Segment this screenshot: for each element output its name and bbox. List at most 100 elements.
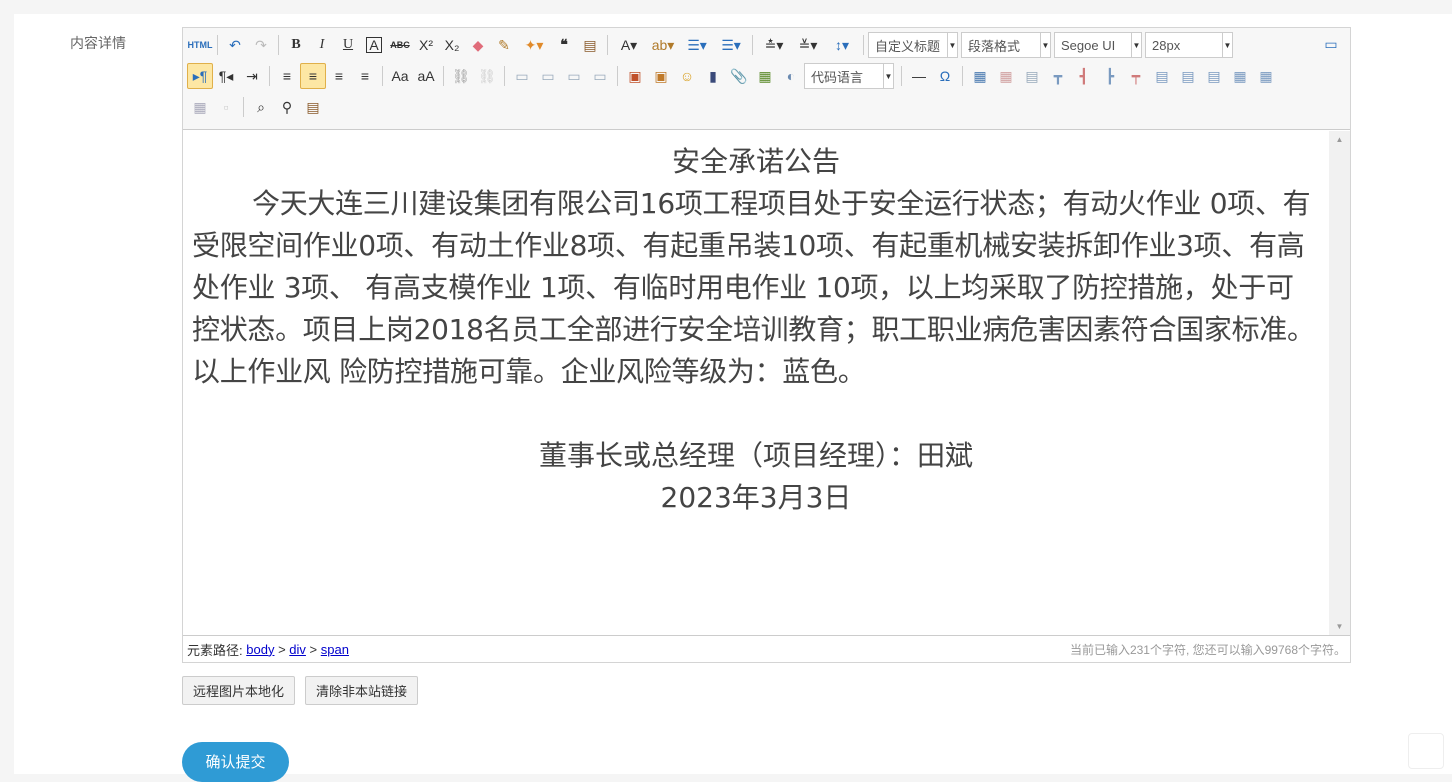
superscript-button[interactable]: X² [413,32,439,58]
delete-col-icon[interactable]: ┯ [1123,63,1149,89]
date-line: 2023年3月3日 [660,481,852,514]
chevron-down-icon[interactable]: ▼ [947,33,957,57]
row-spacing-bottom-button[interactable]: ≚▾ [791,32,825,58]
insert-row-icon[interactable]: ┳ [1045,63,1071,89]
toolbar-separator [278,35,279,55]
editor-scrollbar[interactable]: ▲ ▼ [1329,131,1350,635]
image-left-button[interactable]: ▭ [535,63,561,89]
fullscreen-icon[interactable]: ▭ [1318,31,1344,57]
auto-format-icon[interactable]: ✦▾ [517,32,551,58]
font-color-button[interactable]: A▾ [612,32,646,58]
preview-search-icon[interactable]: ⌕ [248,94,274,120]
insert-col-icon[interactable]: ┣ [1097,63,1123,89]
delete-table-icon[interactable]: ▦ [993,63,1019,89]
remote-images-button[interactable]: 远程图片本地化 [182,676,296,705]
image-none-button[interactable]: ▭ [509,63,535,89]
align-left-button[interactable]: ≡ [274,63,300,89]
custom-heading-select[interactable]: 自定义标题 ▼ [868,32,958,58]
multi-image-icon[interactable]: ▣ [648,63,674,89]
code-language-select[interactable]: 代码语言 ▼ [804,63,894,89]
background-icon[interactable]: ◐ [778,63,804,89]
path-link-div[interactable]: div [289,642,306,657]
toolbar-separator [901,66,902,86]
editor-content-area[interactable]: 安全承诺公告 今天大连三川建设集团有限公司16项工程项目处于安全运行状态；有动火… [183,131,1329,635]
paragraph-format-select[interactable]: 段落格式 ▼ [961,32,1051,58]
scroll-up-icon[interactable]: ▲ [1329,131,1350,148]
paste-plain-icon[interactable]: ▤ [577,32,603,58]
rtl-direction-button[interactable]: ¶◂ [213,63,239,89]
back-to-top-button[interactable] [1408,733,1444,769]
align-justify-button[interactable]: ≡ [352,63,378,89]
chevron-down-icon[interactable]: ▼ [1040,33,1050,57]
split-cols-icon[interactable]: ▦ [187,94,213,120]
chevron-down-icon[interactable]: ▼ [1222,33,1232,57]
highlight-color-button[interactable]: ab▾ [646,32,680,58]
toolbar-separator [617,66,618,86]
bold-button[interactable]: B [283,32,309,58]
clear-links-button[interactable]: 清除非本站链接 [305,676,419,705]
merge-right-icon[interactable]: ▤ [1175,63,1201,89]
toolbar-row-1: HTML ↶ ↷ B I U A ABC X² X₂ ◆ ✎ ✦▾ ❝ ▤ A▾ ab▾ ☰▾ ☰▾ ≛▾ ≚▾ ↕▾ 自定… [187,31,1236,59]
insert-frame-icon[interactable]: ▦ [752,63,778,89]
ordered-list-button[interactable]: ☰▾ [680,32,714,58]
image-center-button[interactable]: ▭ [587,63,613,89]
paragraph-format-select-value: 段落格式 [968,38,1021,54]
submit-button[interactable]: 确认提交 [182,742,289,782]
unordered-list-button[interactable]: ☰▾ [714,32,748,58]
ltr-direction-button[interactable]: ▸¶ [187,63,213,89]
rich-text-editor: HTML ↶ ↷ B I U A ABC X² X₂ ◆ ✎ ✦▾ ❝ ▤ A▾ ab▾ ☰▾ ☰▾ ≛▾ ≚▾ ↕▾ 自定… [182,27,1351,663]
underline-button[interactable]: U [335,32,361,58]
strikethrough-button[interactable]: ABC [387,32,413,58]
insert-table-icon[interactable]: ▦ [967,63,993,89]
merge-cells-icon[interactable]: ▤ [1149,63,1175,89]
horizontal-rule-button[interactable]: — [906,63,932,89]
editor-actions: 远程图片本地化 清除非本站链接 [182,676,419,705]
chevron-down-icon[interactable]: ▼ [883,64,893,88]
image-right-button[interactable]: ▭ [561,63,587,89]
align-right-button[interactable]: ≡ [326,63,352,89]
split-rows-icon[interactable]: ▦ [1253,63,1279,89]
editor-toolbar: HTML ↶ ↷ B I U A ABC X² X₂ ◆ ✎ ✦▾ ❝ ▤ A▾ ab▾ ☰▾ ☰▾ ≛▾ ≚▾ ↕▾ 自定… [183,28,1350,130]
emotion-icon[interactable]: ☺ [674,63,700,89]
to-lowercase-button[interactable]: aA [413,63,439,89]
redo-button[interactable]: ↷ [248,32,274,58]
toolbar-separator [863,35,864,55]
merge-down-icon[interactable]: ▤ [1201,63,1227,89]
italic-button[interactable]: I [309,32,335,58]
format-brush-icon[interactable]: ✎ [491,32,517,58]
drafts-icon[interactable]: ▤ [300,94,326,120]
unlink-button[interactable]: ⛓ [474,63,500,89]
undo-button[interactable]: ↶ [222,32,248,58]
toolbar-row-2: ▸¶ ¶◂ ⇥ ≡ ≡ ≡ ≡ Aa aA ⛓ ⛓ ▭ ▭ ▭ ▭ ▣ ▣ ☺ ▮ 📎 ▦ ◐ 代码语言 ▼ — Ω ▦ ▦ ▤ ┳ ┫ ┣ ┯… [187,62,1279,90]
find-replace-icon[interactable]: ⚲ [274,94,300,120]
scroll-down-icon[interactable]: ▼ [1329,618,1350,635]
row-spacing-top-button[interactable]: ≛▾ [757,32,791,58]
font-border-button[interactable]: A [361,32,387,58]
toolbar-row-3: ▦ ▫ ⌕ ⚲ ▤ [187,93,326,121]
insert-video-icon[interactable]: ▮ [700,63,726,89]
split-cells-icon[interactable]: ▦ [1227,63,1253,89]
path-link-span[interactable]: span [321,642,349,657]
font-family-select[interactable]: Segoe UI ▼ [1054,32,1142,58]
indent-button[interactable]: ⇥ [239,63,265,89]
announcement-title: 安全承诺公告 [671,145,840,178]
subscript-button[interactable]: X₂ [439,32,465,58]
align-center-button[interactable]: ≡ [300,63,326,89]
chevron-down-icon[interactable]: ▼ [1131,33,1141,57]
eraser-icon[interactable]: ◆ [465,32,491,58]
special-chars-button[interactable]: Ω [932,63,958,89]
line-height-button[interactable]: ↕▾ [825,32,859,58]
insert-caption-icon[interactable]: ▤ [1019,63,1045,89]
link-button[interactable]: ⛓ [448,63,474,89]
blockquote-button[interactable]: ❝ [551,32,577,58]
delete-row-icon[interactable]: ┫ [1071,63,1097,89]
print-preview-icon[interactable]: ▫ [213,94,239,120]
insert-image-icon[interactable]: ▣ [622,63,648,89]
path-separator: > [309,641,318,657]
toolbar-separator [443,66,444,86]
to-uppercase-button[interactable]: Aa [387,63,413,89]
source-html-button[interactable]: HTML [187,32,213,58]
font-size-select[interactable]: 28px ▼ [1145,32,1233,58]
attachment-icon[interactable]: 📎 [726,63,752,89]
path-link-body[interactable]: body [246,642,274,657]
